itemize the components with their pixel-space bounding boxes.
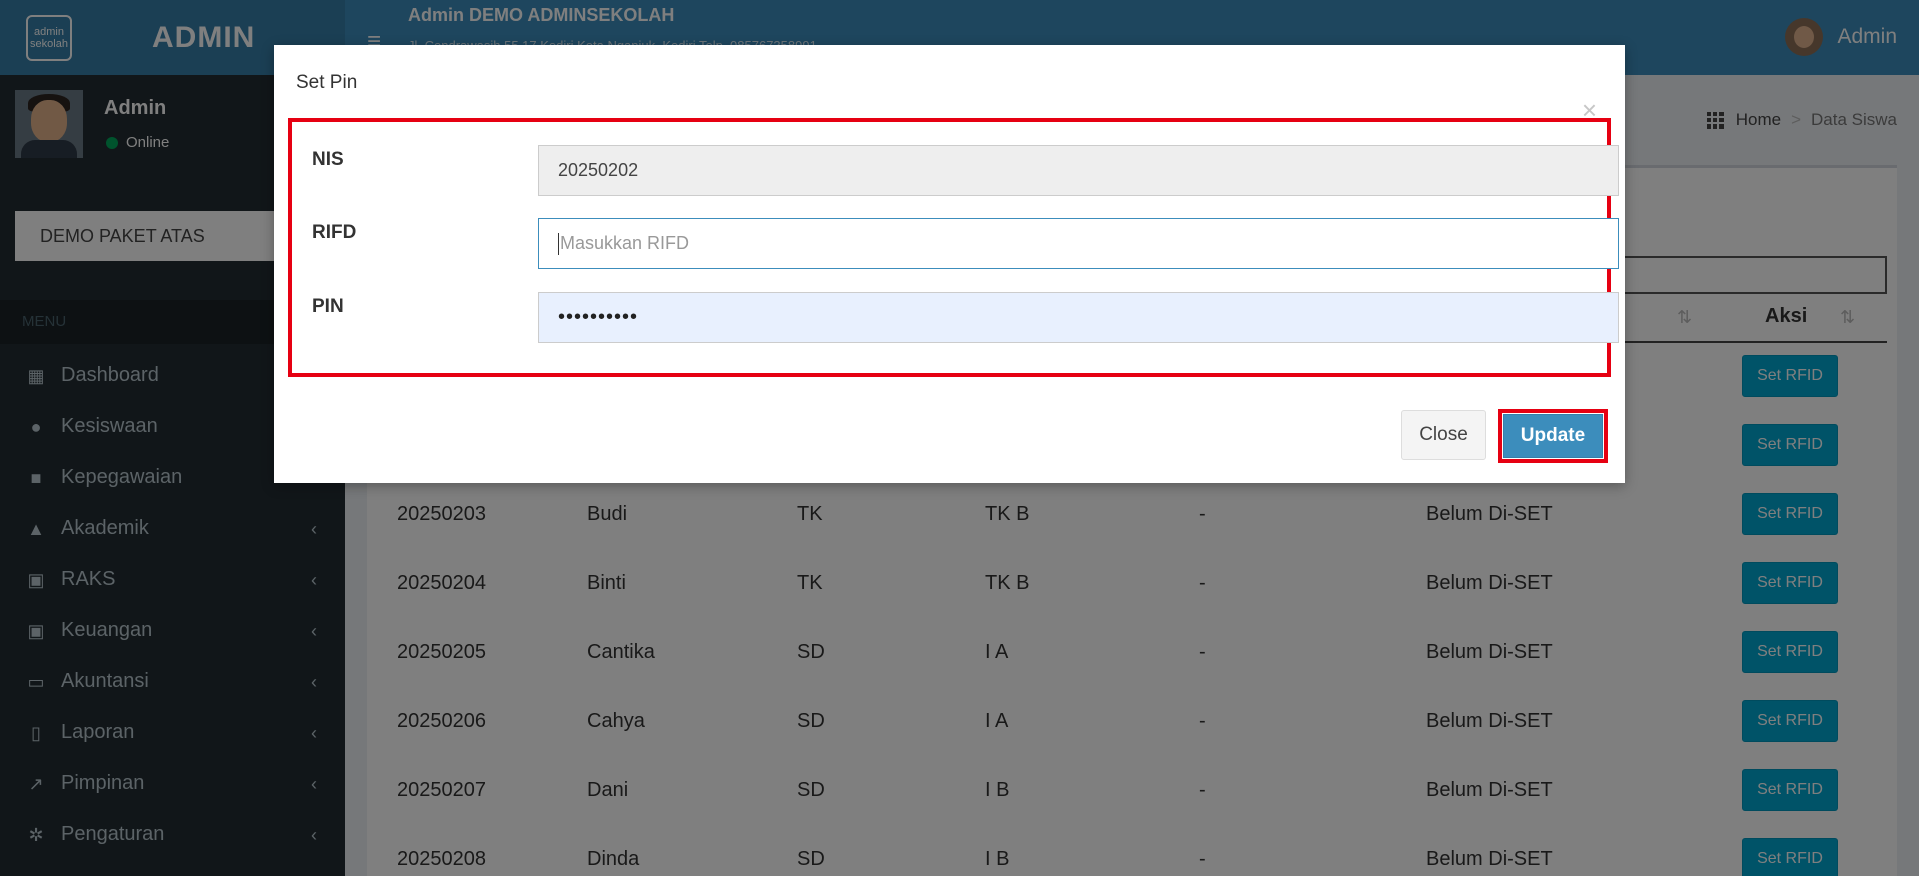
close-button[interactable]: Close [1401,410,1486,460]
nis-field: 20250202 [538,145,1619,196]
form-highlight: NIS 20250202 RIFD Masukkan RIFD PIN ••••… [288,118,1619,377]
rifd-placeholder: Masukkan RIFD [560,233,690,253]
pin-input[interactable]: •••••••••• [538,292,1619,343]
pin-label: PIN [312,296,344,317]
rifd-label: RIFD [312,222,357,243]
nis-label: NIS [312,149,344,170]
modal-title: Set Pin [296,72,358,93]
text-cursor [558,232,559,255]
set-pin-modal: Set Pin × NIS 20250202 RIFD Masukkan RIF… [274,45,1625,483]
rifd-input[interactable]: Masukkan RIFD [538,218,1619,269]
update-button[interactable]: Update [1503,414,1603,458]
